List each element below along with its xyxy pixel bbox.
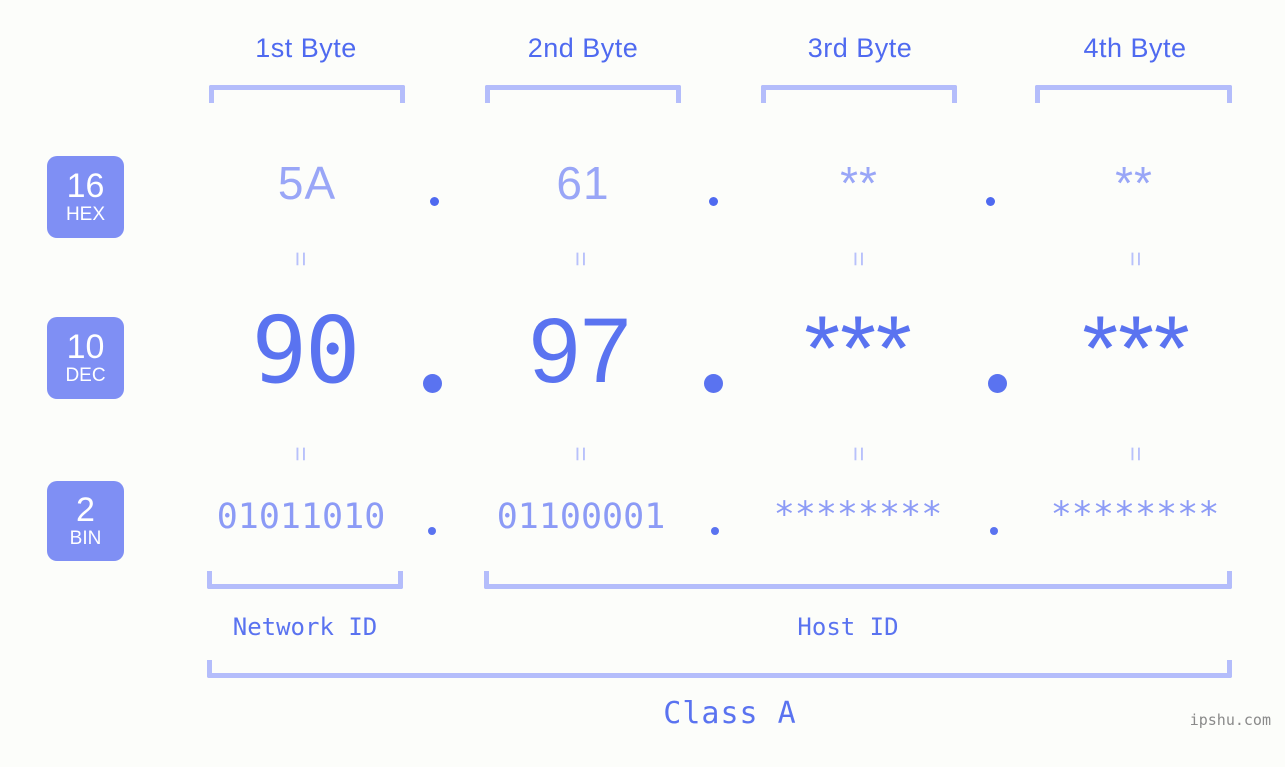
class-bracket bbox=[207, 660, 1232, 678]
host-id-bracket bbox=[484, 571, 1232, 589]
bin-value-byte-3: ******** bbox=[773, 495, 943, 535]
byte-bracket-4 bbox=[1035, 85, 1232, 103]
byte-bracket-1 bbox=[209, 85, 405, 103]
base-badge-hex-number: 16 bbox=[66, 166, 105, 205]
site-watermark: ipshu.com bbox=[1189, 711, 1271, 729]
host-id-label: Host ID bbox=[797, 613, 899, 641]
hex-value-byte-4: ** bbox=[1115, 157, 1153, 209]
dec-value-byte-4: *** bbox=[1082, 298, 1190, 400]
ip-address-breakdown-diagram: 1st Byte 2nd Byte 3rd Byte 4th Byte 16 H… bbox=[0, 0, 1285, 767]
equals-hex-dec-4: = bbox=[1121, 251, 1151, 267]
byte-bracket-2 bbox=[485, 85, 681, 103]
network-id-bracket bbox=[207, 571, 403, 589]
base-badge-dec: 10 DEC bbox=[47, 317, 124, 399]
equals-dec-bin-1: = bbox=[286, 446, 316, 462]
equals-dec-bin-4: = bbox=[1121, 446, 1151, 462]
base-badge-dec-number: 10 bbox=[66, 327, 105, 366]
byte-header-3: 3rd Byte bbox=[807, 33, 913, 63]
dec-value-byte-1: 90 bbox=[251, 297, 361, 404]
equals-hex-dec-3: = bbox=[844, 251, 874, 267]
byte-header-4: 4th Byte bbox=[1083, 33, 1187, 63]
base-badge-bin: 2 BIN bbox=[47, 481, 124, 561]
dec-separator-dot-3 bbox=[988, 374, 1007, 393]
base-badge-dec-name: DEC bbox=[65, 364, 106, 386]
hex-separator-dot-1 bbox=[430, 197, 439, 206]
bin-value-byte-2: 01100001 bbox=[496, 497, 666, 537]
bin-separator-dot-3 bbox=[990, 527, 998, 535]
dec-separator-dot-1 bbox=[423, 374, 442, 393]
class-label: Class A bbox=[663, 696, 797, 731]
equals-hex-dec-1: = bbox=[286, 251, 316, 267]
hex-value-byte-2: 61 bbox=[556, 157, 610, 209]
byte-bracket-3 bbox=[761, 85, 957, 103]
bin-separator-dot-2 bbox=[711, 527, 719, 535]
base-badge-bin-name: BIN bbox=[69, 527, 102, 549]
bin-value-byte-4: ******** bbox=[1050, 495, 1220, 535]
byte-header-1: 1st Byte bbox=[255, 33, 357, 63]
hex-value-byte-3: ** bbox=[840, 157, 878, 209]
dec-separator-dot-2 bbox=[704, 374, 723, 393]
dec-value-byte-2: 97 bbox=[528, 300, 632, 402]
equals-dec-bin-2: = bbox=[566, 446, 596, 462]
base-badge-bin-number: 2 bbox=[76, 490, 95, 529]
base-badge-hex-name: HEX bbox=[65, 203, 106, 225]
byte-header-2: 2nd Byte bbox=[527, 33, 639, 63]
bin-separator-dot-1 bbox=[428, 527, 436, 535]
equals-hex-dec-2: = bbox=[566, 251, 596, 267]
hex-value-byte-1: 5A bbox=[277, 157, 337, 209]
hex-separator-dot-3 bbox=[986, 197, 995, 206]
base-badge-hex: 16 HEX bbox=[47, 156, 124, 238]
network-id-label: Network ID bbox=[232, 613, 378, 641]
hex-separator-dot-2 bbox=[709, 197, 718, 206]
dec-value-byte-3: *** bbox=[804, 298, 912, 400]
equals-dec-bin-3: = bbox=[844, 446, 874, 462]
bin-value-byte-1: 01011010 bbox=[216, 497, 386, 537]
